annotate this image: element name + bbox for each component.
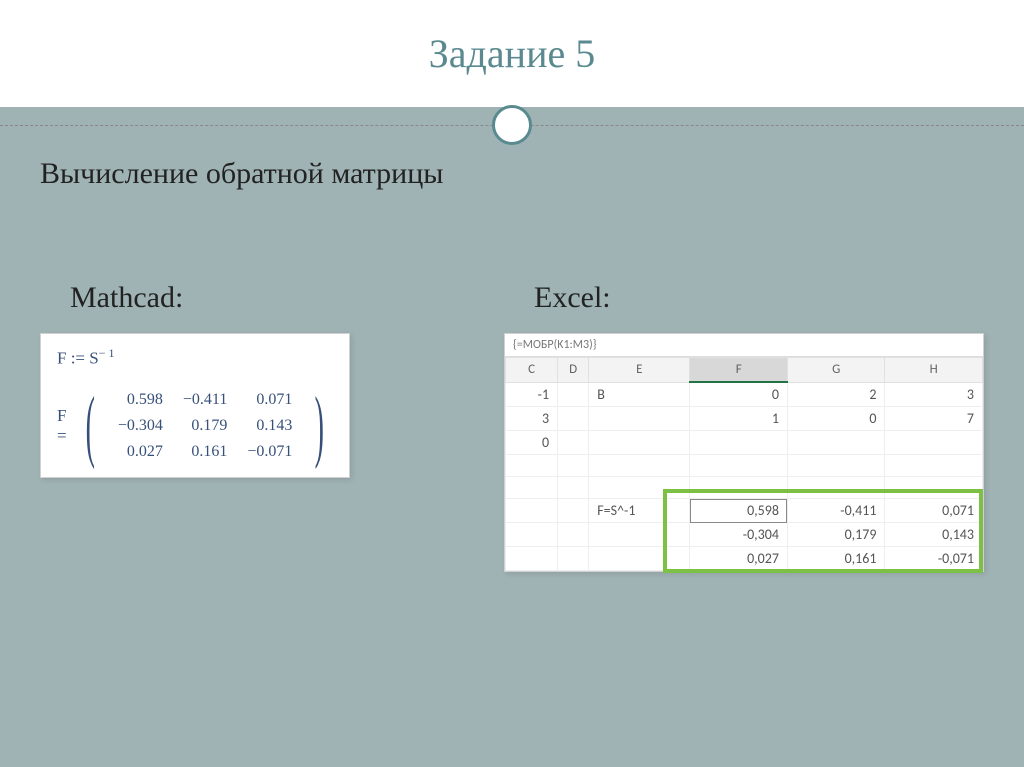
col-header[interactable]: E — [589, 358, 690, 383]
cell[interactable] — [558, 547, 589, 571]
cell[interactable]: 0,143 — [885, 523, 983, 547]
mc-cell: 0.143 — [237, 413, 302, 439]
result-label[interactable]: F=S^-1 — [589, 499, 690, 523]
cell[interactable] — [506, 547, 558, 571]
cell[interactable]: 3 — [506, 407, 558, 431]
col-headers: C D E F G H — [506, 358, 983, 383]
col-header[interactable]: G — [787, 358, 885, 383]
cell[interactable] — [558, 523, 589, 547]
cell[interactable] — [506, 499, 558, 523]
cell[interactable]: 0,071 — [885, 499, 983, 523]
mathcad-label: Mathcad: — [40, 281, 464, 315]
cell[interactable]: 1 — [690, 407, 788, 431]
excel-grid: C D E F G H -1 B 0 2 — [505, 357, 983, 571]
cell[interactable]: 0,161 — [787, 547, 885, 571]
cell[interactable] — [558, 431, 589, 455]
cell[interactable]: -0,304 — [690, 523, 788, 547]
mathcad-card: F := S− 1 F = ( 0.598 −0.411 0.071 — [40, 333, 350, 478]
cell[interactable]: 0,179 — [787, 523, 885, 547]
cell[interactable] — [506, 455, 558, 477]
cell[interactable]: 0 — [506, 431, 558, 455]
mathcad-matrix-eq: F = ( 0.598 −0.411 0.071 −0.304 — [57, 387, 333, 465]
table-row: 3 1 0 7 — [506, 407, 983, 431]
mathcad-assign-sup: − 1 — [99, 346, 115, 360]
mathcad-matrix: 0.598 −0.411 0.071 −0.304 0.179 0.143 — [108, 387, 303, 465]
cell[interactable] — [589, 431, 690, 455]
cell[interactable]: 7 — [885, 407, 983, 431]
table-row: 0,027 0,161 -0,071 — [506, 547, 983, 571]
cell[interactable]: 0 — [690, 382, 788, 407]
cell[interactable] — [690, 431, 788, 455]
table-row: 0 — [506, 431, 983, 455]
cell[interactable]: 0,598 — [690, 499, 788, 523]
subtitle: Вычисление обратной матрицы — [40, 157, 984, 191]
cell[interactable] — [787, 431, 885, 455]
mathcad-assign: F := S− 1 — [57, 346, 333, 369]
cell[interactable]: -1 — [506, 382, 558, 407]
cell[interactable] — [690, 455, 788, 477]
mathcad-column: Mathcad: F := S− 1 F = ( 0.598 −0.411 — [40, 281, 464, 572]
cell[interactable]: 0,027 — [690, 547, 788, 571]
table-row: -0,304 0,179 0,143 — [506, 523, 983, 547]
right-paren-icon: ) — [315, 396, 324, 456]
cell[interactable] — [787, 477, 885, 499]
cell[interactable] — [589, 523, 690, 547]
slide: Задание 5 Вычисление обратной матрицы Ma… — [0, 0, 1024, 767]
col-header[interactable]: D — [558, 358, 589, 383]
cell[interactable] — [558, 407, 589, 431]
cell[interactable] — [787, 455, 885, 477]
mc-cell: 0.179 — [173, 413, 237, 439]
mc-cell: −0.411 — [173, 387, 237, 413]
cell[interactable]: B — [589, 382, 690, 407]
cell[interactable] — [506, 523, 558, 547]
excel-column: Excel: {=МОБР(K1:M3)} C D E F G H — [504, 281, 984, 572]
slide-title: Задание 5 — [0, 30, 1024, 77]
cell[interactable] — [885, 477, 983, 499]
col-header-active[interactable]: F — [690, 358, 788, 383]
cell[interactable] — [558, 455, 589, 477]
cell[interactable] — [885, 455, 983, 477]
cell[interactable] — [558, 477, 589, 499]
mc-cell: 0.598 — [108, 387, 173, 413]
mc-cell: 0.161 — [173, 439, 237, 465]
table-row: -1 B 0 2 3 — [506, 382, 983, 407]
cell[interactable] — [558, 499, 589, 523]
table-row — [506, 477, 983, 499]
col-header[interactable]: H — [885, 358, 983, 383]
divider-circle-icon — [492, 105, 532, 145]
cell[interactable] — [589, 455, 690, 477]
cell[interactable] — [506, 477, 558, 499]
cell[interactable]: -0,411 — [787, 499, 885, 523]
columns: Mathcad: F := S− 1 F = ( 0.598 −0.411 — [40, 281, 984, 572]
cell[interactable]: 2 — [787, 382, 885, 407]
cell[interactable]: 0 — [787, 407, 885, 431]
mathcad-assign-text: F := S — [57, 349, 99, 368]
cell[interactable] — [690, 477, 788, 499]
excel-card: {=МОБР(K1:M3)} C D E F G H -1 — [504, 333, 984, 572]
table-row: F=S^-1 0,598 -0,411 0,071 — [506, 499, 983, 523]
excel-label: Excel: — [504, 281, 984, 315]
cell[interactable]: -0,071 — [885, 547, 983, 571]
left-paren-icon: ( — [86, 396, 95, 456]
table-row — [506, 455, 983, 477]
mathcad-eq-lhs: F = — [57, 406, 73, 446]
mc-cell: 0.071 — [237, 387, 302, 413]
col-header[interactable]: C — [506, 358, 558, 383]
body: Вычисление обратной матрицы Mathcad: F :… — [0, 107, 1024, 767]
header: Задание 5 — [0, 0, 1024, 107]
cell[interactable] — [589, 407, 690, 431]
mc-cell: 0.027 — [108, 439, 173, 465]
cell[interactable] — [589, 477, 690, 499]
cell[interactable]: 3 — [885, 382, 983, 407]
cell[interactable] — [558, 382, 589, 407]
mc-cell: −0.071 — [237, 439, 302, 465]
cell[interactable] — [589, 547, 690, 571]
formula-bar[interactable]: {=МОБР(K1:M3)} — [505, 334, 983, 357]
mc-cell: −0.304 — [108, 413, 173, 439]
cell[interactable] — [885, 431, 983, 455]
